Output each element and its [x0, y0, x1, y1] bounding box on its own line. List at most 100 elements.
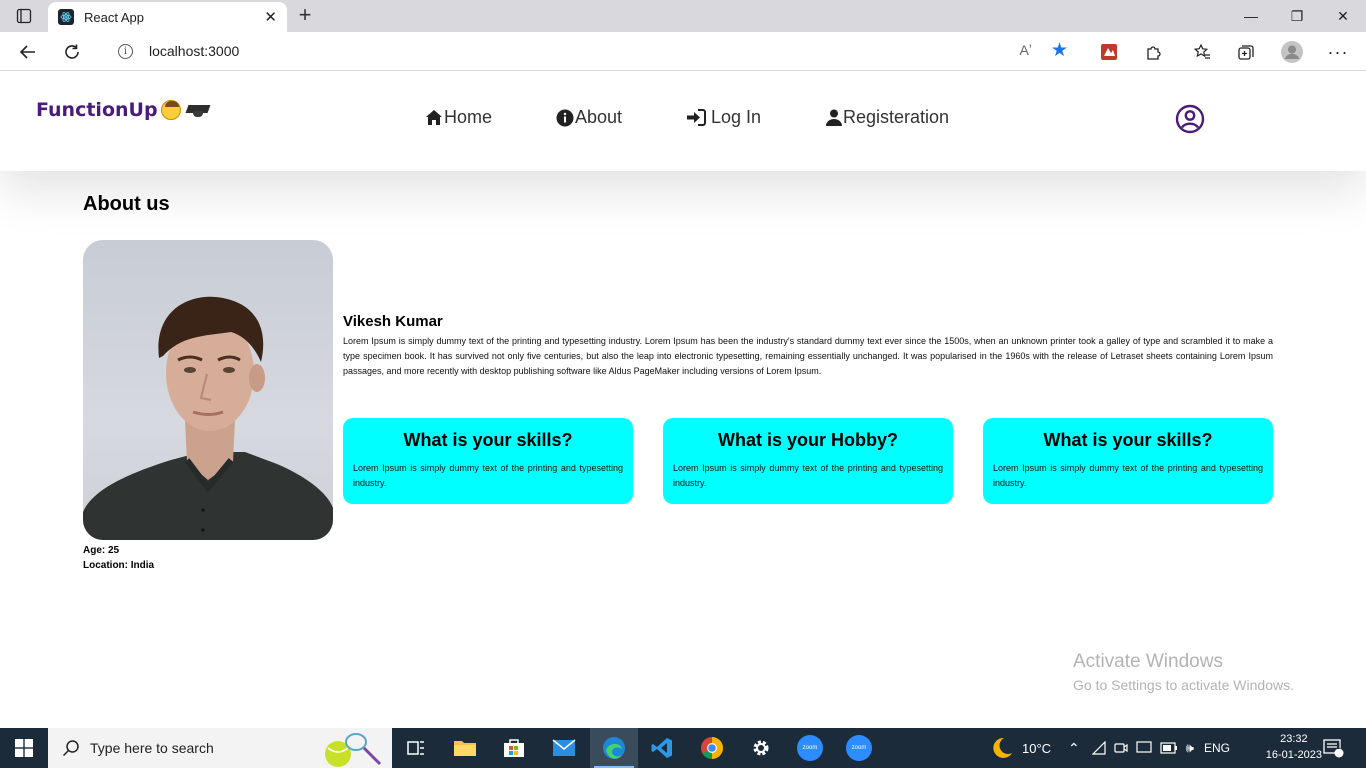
card-title: What is your Hobby? [718, 430, 898, 450]
store-icon [504, 739, 524, 757]
age-text: Age: 25 [83, 545, 120, 556]
card-title: What is your skills? [403, 430, 573, 450]
mail-icon [552, 739, 576, 756]
activate-windows-subtitle: Go to Settings to activate Windows. [1073, 677, 1294, 693]
extension-red-icon [1101, 44, 1117, 60]
notification-count: 1 [1336, 742, 1342, 751]
edge-button[interactable] [590, 728, 638, 768]
chevron-up-icon[interactable]: ⌃ [1068, 740, 1080, 757]
vscode-icon [651, 738, 672, 758]
meet-now-icon[interactable] [1114, 741, 1128, 755]
extension-button[interactable] [1095, 38, 1123, 66]
taskbar-search-box[interactable]: Type here to search [48, 728, 392, 768]
user-circle-icon [1175, 104, 1205, 134]
weather-temperature: 10°C [1022, 740, 1052, 756]
windows-taskbar: Type here to search zoom zoom 10°C ⌃ 🕪 E… [0, 728, 1366, 768]
card-text: Lorem Ipsum is simply dummy text of the … [993, 463, 1263, 488]
battery-icon[interactable] [1160, 742, 1178, 754]
task-view-button[interactable] [392, 728, 440, 768]
profile-button[interactable] [1278, 38, 1306, 66]
user-profile-button[interactable] [1175, 104, 1205, 134]
browser-tab[interactable]: React App ✕ [48, 2, 287, 32]
display-icon[interactable] [1136, 741, 1152, 755]
system-tray-icons: ⌃ 🕪 ENG [1068, 728, 1230, 768]
settings-button[interactable] [737, 728, 785, 768]
gear-icon [753, 740, 769, 756]
browser-tab-bar: React App ✕ + — ❐ ✕ [0, 0, 1366, 32]
nav-home[interactable]: Home [425, 107, 492, 128]
nav-about-label: About [575, 107, 623, 127]
minimize-button[interactable]: — [1228, 0, 1274, 32]
edge-icon [603, 737, 625, 759]
back-arrow-icon [19, 45, 35, 59]
weather-widget[interactable]: 10°C [988, 728, 1051, 768]
zoom-button-2[interactable]: zoom [835, 728, 883, 768]
graduation-cap-icon [187, 102, 209, 118]
profile-photo [83, 240, 333, 540]
browser-avatar-icon [1281, 41, 1303, 63]
volume-icon[interactable]: 🕪 [1186, 740, 1194, 756]
mail-button[interactable] [540, 728, 588, 768]
close-window-button[interactable]: ✕ [1320, 0, 1366, 32]
nav-login[interactable]: Log In [686, 107, 761, 128]
site-info-icon[interactable]: i [118, 43, 133, 59]
bio-paragraph: Lorem Ipsum is simply dummy text of the … [343, 336, 1273, 376]
maximize-button[interactable]: ❐ [1274, 0, 1320, 32]
react-icon [58, 9, 74, 25]
page-title: About us [83, 193, 170, 215]
settings-more-button[interactable]: ··· [1324, 38, 1352, 66]
nav-register[interactable]: Registeration [826, 107, 949, 128]
nav-about[interactable]: About [556, 107, 622, 128]
favorite-star-icon[interactable]: ★ [1051, 39, 1068, 62]
language-indicator[interactable]: ENG [1204, 741, 1230, 755]
brand-logo[interactable]: FunctionUp [36, 99, 209, 121]
url-text[interactable]: localhost:3000 [149, 43, 239, 59]
network-icon[interactable] [1091, 741, 1106, 755]
favorites-icon [1193, 43, 1210, 59]
card-title: What is your skills? [1043, 430, 1213, 450]
address-bar[interactable]: i localhost:3000 Aʼ ★ [100, 36, 1080, 66]
person-portrait-image [83, 296, 333, 540]
start-button[interactable] [0, 728, 48, 768]
user-icon [826, 109, 842, 126]
tab-actions-button[interactable] [0, 0, 48, 32]
chrome-button[interactable] [688, 728, 736, 768]
nav-home-label: Home [444, 107, 493, 127]
clock-time: 23:32 [1280, 733, 1308, 745]
vscode-button[interactable] [638, 728, 686, 768]
close-tab-icon[interactable]: ✕ [264, 8, 277, 26]
card-text: Lorem Ipsum is simply dummy text of the … [353, 463, 623, 488]
refresh-icon [65, 44, 79, 59]
info-card: What is your skills? Lorem Ipsum is simp… [983, 418, 1273, 504]
tab-title: React App [84, 9, 144, 25]
read-aloud-icon[interactable]: Aʼ [1020, 42, 1032, 58]
new-tab-button[interactable]: + [293, 4, 317, 28]
site-navbar: FunctionUp Home About Log In Registerati… [0, 71, 1366, 171]
refresh-button[interactable] [58, 38, 86, 66]
tab-actions-icon [16, 8, 32, 24]
clock[interactable]: 23:32 16-01-2023 [1266, 731, 1322, 763]
activate-windows-title: Activate Windows [1073, 651, 1223, 672]
card-text: Lorem Ipsum is simply dummy text of the … [673, 463, 943, 488]
file-explorer-button[interactable] [441, 728, 489, 768]
search-icon [62, 740, 79, 757]
windows-logo-icon [15, 739, 33, 757]
location-text: Location: India [83, 560, 155, 571]
collections-button[interactable] [1232, 38, 1260, 66]
store-button[interactable] [490, 728, 538, 768]
home-icon [426, 110, 442, 125]
nav-login-label: Log In [711, 107, 762, 127]
zoom-button-1[interactable]: zoom [786, 728, 834, 768]
favorites-button[interactable] [1188, 38, 1216, 66]
notification-center-button[interactable]: 1 [1322, 728, 1344, 768]
extensions-button[interactable] [1140, 38, 1168, 66]
info-icon [556, 109, 574, 126]
info-card: What is your Hobby? Lorem Ipsum is simpl… [663, 418, 953, 504]
puzzle-icon [1147, 46, 1161, 60]
tennis-doodle-icon [325, 733, 382, 767]
collections-icon [1238, 45, 1254, 60]
browser-toolbar: i localhost:3000 Aʼ ★ ··· [0, 32, 1366, 71]
back-button[interactable] [14, 38, 42, 66]
sign-in-icon [687, 109, 706, 126]
page-viewport: FunctionUp Home About Log In Registerati… [0, 71, 1366, 728]
